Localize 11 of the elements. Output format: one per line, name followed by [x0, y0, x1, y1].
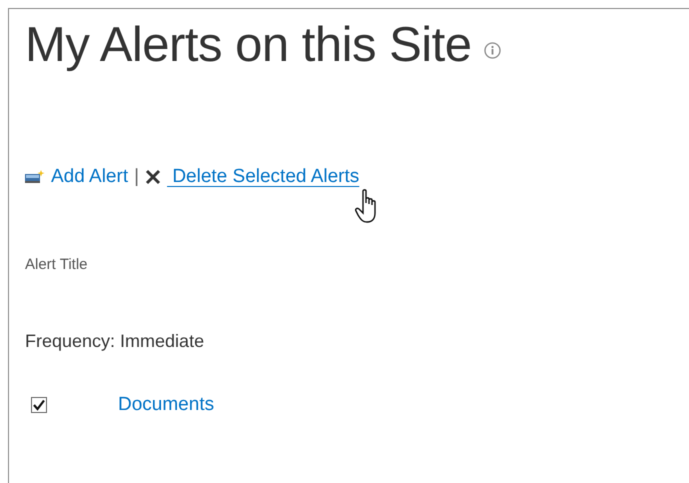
- column-header: Alert Title: [25, 254, 89, 274]
- alert-add-icon: [25, 170, 45, 184]
- info-icon: [484, 42, 501, 59]
- alert-link[interactable]: Documents: [118, 391, 214, 420]
- checkbox[interactable]: [31, 397, 47, 414]
- page-title: My Alerts on this Site: [25, 17, 472, 74]
- add-alert-link[interactable]: Add Alert: [51, 163, 128, 192]
- delete-alerts-link[interactable]: Delete Selected Alerts: [167, 163, 360, 192]
- group-header: Frequency: Immediate: [25, 330, 206, 353]
- close-icon: [145, 169, 162, 186]
- separator: |: [134, 165, 140, 189]
